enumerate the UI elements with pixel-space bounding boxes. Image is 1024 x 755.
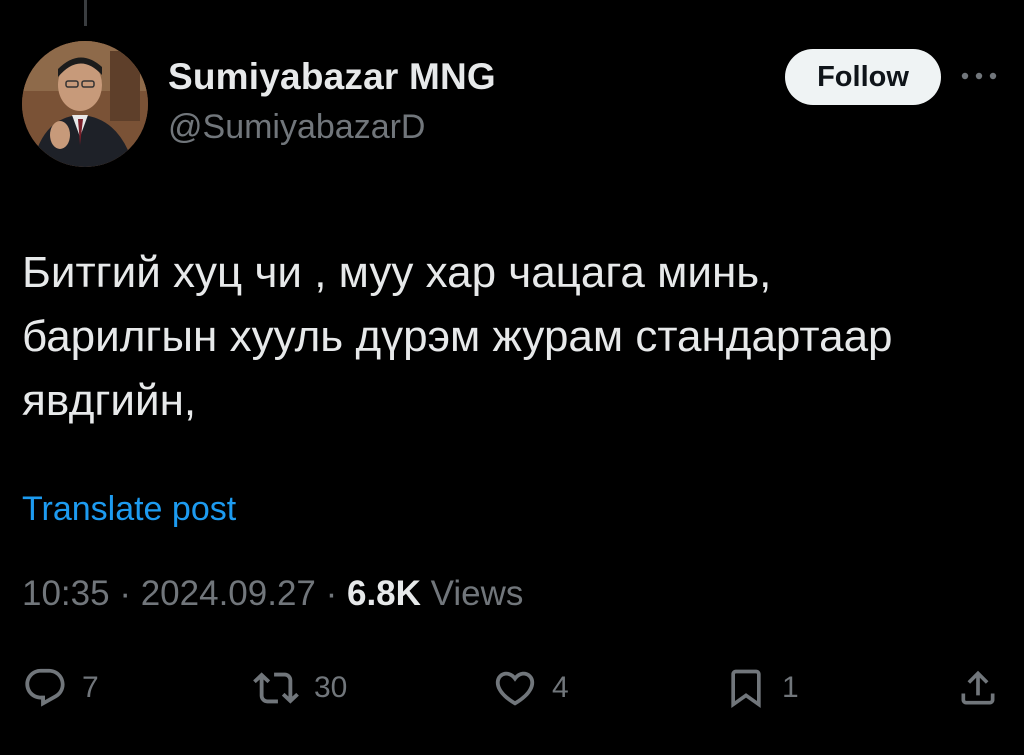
post-text: Битгий хуц чи , муу хар чацага минь, бар… xyxy=(22,241,1012,433)
meta-separator: · xyxy=(315,574,347,613)
like-count: 4 xyxy=(552,671,569,704)
post-text-line: барилгын хууль дүрэм журам стандартаар xyxy=(22,312,893,361)
reply-icon xyxy=(25,668,65,707)
repost-count: 30 xyxy=(314,671,348,704)
like-button[interactable]: 4 xyxy=(492,664,569,712)
post-text-line: явдгийн, xyxy=(22,376,197,425)
translate-post-link[interactable]: Translate post xyxy=(22,490,236,529)
follow-button[interactable]: Follow xyxy=(785,49,941,105)
meta-separator: · xyxy=(109,574,141,613)
bookmark-count: 1 xyxy=(782,671,799,704)
views-label: Views xyxy=(420,574,524,613)
reply-count: 7 xyxy=(82,671,99,704)
avatar[interactable] xyxy=(22,41,148,167)
post-date[interactable]: 2024.09.27 xyxy=(141,574,316,613)
repost-icon xyxy=(253,672,299,704)
avatar-image xyxy=(22,41,148,167)
bookmark-icon xyxy=(731,669,761,709)
post-text-line: Битгий хуц чи , муу хар чацага минь, xyxy=(22,248,772,297)
more-horizontal-icon xyxy=(961,72,997,80)
more-options-button[interactable] xyxy=(958,64,1000,88)
author-handle[interactable]: @SumiyabazarD xyxy=(168,108,426,147)
reply-button[interactable]: 7 xyxy=(22,664,99,712)
repost-button[interactable]: 30 xyxy=(252,664,347,712)
share-icon xyxy=(961,670,995,705)
share-button[interactable] xyxy=(956,664,1000,712)
thread-connector-line xyxy=(84,0,87,26)
heart-icon xyxy=(495,671,535,706)
bookmark-button[interactable]: 1 xyxy=(724,664,799,712)
post-meta: 10:35 · 2024.09.27 · 6.8K Views xyxy=(22,574,523,614)
views-count: 6.8K xyxy=(346,574,421,613)
post-time[interactable]: 10:35 xyxy=(22,574,110,613)
author-name[interactable]: Sumiyabazar MNG xyxy=(168,56,496,98)
